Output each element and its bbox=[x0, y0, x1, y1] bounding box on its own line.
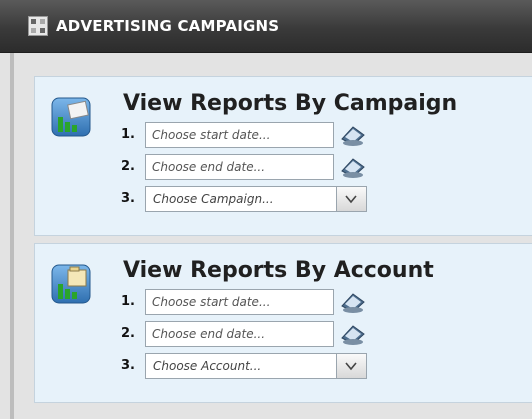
chevron-down-icon[interactable] bbox=[336, 354, 366, 378]
page-title: ADVERTISING CAMPAIGNS bbox=[56, 17, 280, 35]
start-date-input[interactable] bbox=[145, 289, 334, 315]
step-number: 2. bbox=[121, 159, 135, 174]
end-date-input[interactable] bbox=[145, 321, 334, 347]
start-date-input[interactable] bbox=[145, 122, 334, 148]
chevron-down-icon[interactable] bbox=[336, 187, 366, 211]
step-number: 3. bbox=[121, 358, 135, 373]
campaign-select[interactable]: Choose Campaign... bbox=[145, 186, 367, 212]
report-chart-icon bbox=[51, 97, 91, 137]
panel-title: View Reports By Campaign bbox=[123, 91, 458, 116]
header-bar: ADVERTISING CAMPAIGNS bbox=[0, 0, 532, 53]
step-number: 2. bbox=[121, 326, 135, 341]
calendar-icon[interactable] bbox=[339, 322, 367, 346]
end-date-input[interactable] bbox=[145, 154, 334, 180]
calendar-icon[interactable] bbox=[339, 290, 367, 314]
select-value: Choose Campaign... bbox=[153, 192, 274, 206]
account-report-panel: View Reports By Account 1. 2. 3. Choose … bbox=[34, 243, 532, 403]
calendar-icon[interactable] bbox=[339, 155, 367, 179]
calendar-icon[interactable] bbox=[339, 123, 367, 147]
step-number: 1. bbox=[121, 294, 135, 309]
step-number: 3. bbox=[121, 191, 135, 206]
grid-icon bbox=[28, 16, 48, 36]
select-value: Choose Account... bbox=[153, 359, 262, 373]
campaign-report-panel: View Reports By Campaign 1. 2. 3. Choose… bbox=[34, 76, 532, 236]
step-number: 1. bbox=[121, 127, 135, 142]
account-select[interactable]: Choose Account... bbox=[145, 353, 367, 379]
frame-border bbox=[10, 53, 14, 419]
panel-title: View Reports By Account bbox=[123, 258, 434, 283]
report-chart-icon bbox=[51, 264, 91, 304]
